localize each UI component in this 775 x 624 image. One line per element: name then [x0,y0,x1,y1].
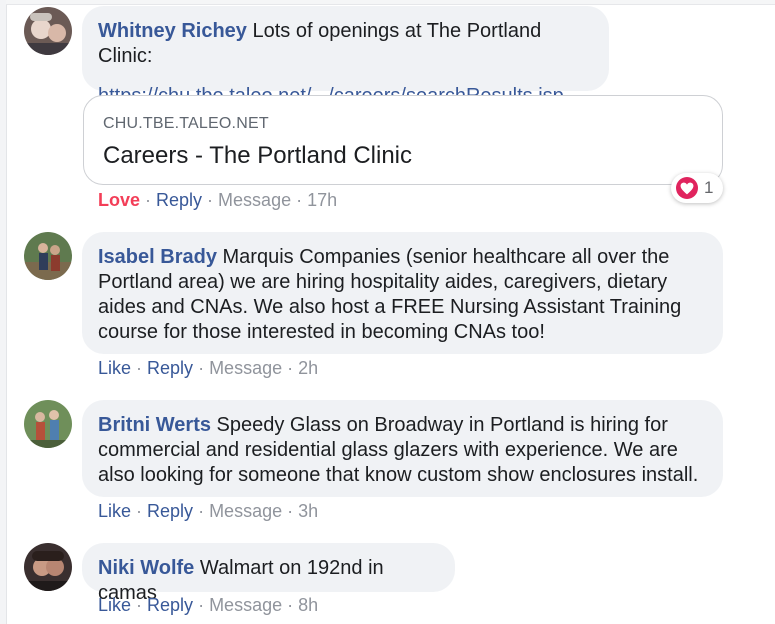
timestamp[interactable]: 8h [298,595,318,615]
avatar-britni-werts[interactable] [24,400,72,448]
comment-actions: Like · Reply · Message · 2h [98,358,319,378]
like-button[interactable]: Like [98,501,131,521]
love-button[interactable]: Love [98,190,140,210]
link-preview-card[interactable]: CHU.TBE.TALEO.NET Careers - The Portland… [83,95,723,185]
reply-button[interactable]: Reply [147,595,193,615]
comment-bubble: Isabel Brady Marquis Companies (senior h… [82,232,723,354]
reply-button[interactable]: Reply [156,190,202,210]
message-button[interactable]: Message [209,358,282,378]
left-border [0,0,7,624]
avatar-isabel-brady[interactable] [24,232,72,280]
timestamp[interactable]: 2h [298,358,318,378]
comment-author[interactable]: Niki Wolfe [98,557,194,579]
avatar-niki-wolfe[interactable] [24,543,72,591]
top-border [6,0,775,5]
comment-actions: Like · Reply · Message · 3h [98,501,319,521]
comment-actions: Love · Reply · Message · 17h [98,190,338,210]
comment-author[interactable]: Isabel Brady [98,246,217,268]
preview-title: Careers - The Portland Clinic [103,142,413,169]
comment-bubble: Britni Werts Speedy Glass on Broadway in… [82,400,723,497]
reply-button[interactable]: Reply [147,501,193,521]
message-button[interactable]: Message [209,501,282,521]
comment-author[interactable]: Britni Werts [98,414,211,436]
like-button[interactable]: Like [98,595,131,615]
avatar-whitney-richey[interactable] [24,7,72,55]
reply-button[interactable]: Reply [147,358,193,378]
like-button[interactable]: Like [98,358,131,378]
reaction-count: 1 [704,178,714,197]
comment-bubble: Whitney Richey Lots of openings at The P… [82,6,609,107]
comment-actions: Like · Reply · Message · 8h [98,595,319,615]
message-button[interactable]: Message [218,190,291,210]
comment-bubble: Niki Wolfe Walmart on 192nd in camas [82,543,455,604]
timestamp[interactable]: 3h [298,501,318,521]
comment-author[interactable]: Whitney Richey [98,20,247,42]
heart-icon [676,177,698,199]
timestamp[interactable]: 17h [307,190,337,210]
preview-domain: CHU.TBE.TALEO.NET [103,115,269,132]
reaction-count-badge[interactable]: 1 [671,173,724,203]
message-button[interactable]: Message [209,595,282,615]
